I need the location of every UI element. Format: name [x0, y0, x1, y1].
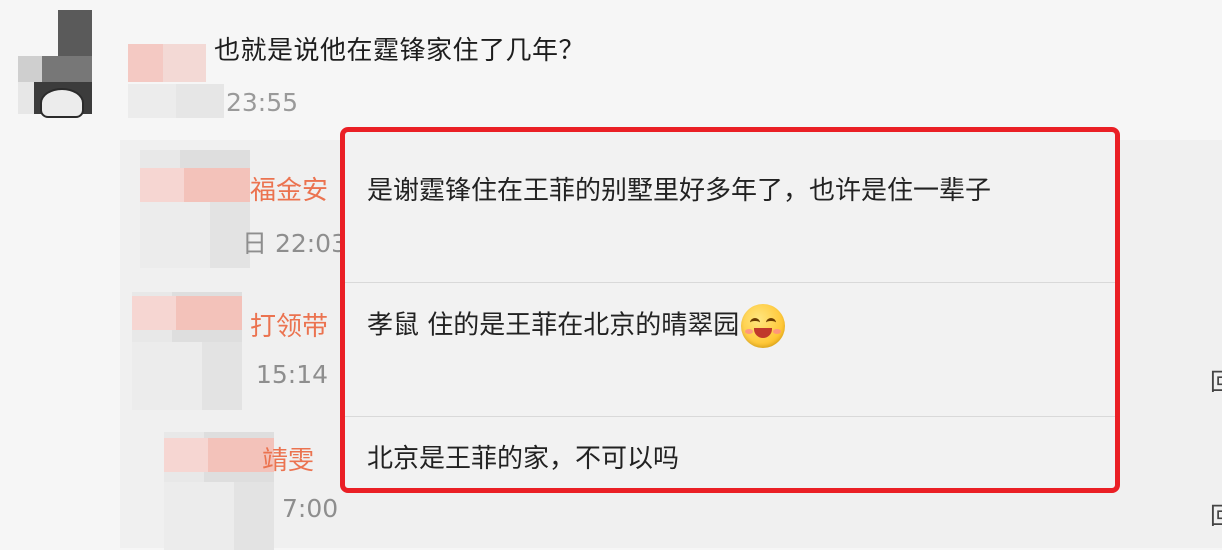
highlighted-comment: 孝鼠 住的是王菲在北京的晴翠园: [345, 304, 1115, 348]
comment-text: 也就是说他在霆锋家住了几年？: [214, 36, 586, 66]
timestamp-blurred: [128, 84, 224, 118]
reply-timestamp: 15:14: [256, 360, 329, 389]
reply-timestamp: 7:00: [282, 494, 339, 523]
reply-timestamp: 日 22:03: [242, 229, 347, 258]
reply-username[interactable]: 打领带: [250, 306, 328, 343]
avatar[interactable]: [18, 10, 92, 118]
smile-emoji-icon: [741, 304, 786, 348]
reply-username-blurred[interactable]: [132, 296, 242, 330]
avatar-face: [40, 88, 84, 118]
reply-username-blurred[interactable]: [140, 168, 250, 202]
timestamp: 23:55: [226, 88, 299, 117]
divider: [345, 416, 1115, 417]
reply-username-blurred[interactable]: [164, 438, 274, 472]
reply-icon[interactable]: 回: [1210, 496, 1222, 526]
highlighted-comment: 北京是王菲的家，不可以吗: [367, 444, 680, 474]
username-blurred[interactable]: [128, 44, 206, 82]
reply-username[interactable]: 靖雯: [262, 440, 314, 477]
divider: [345, 282, 1115, 283]
reply-username[interactable]: 福金安: [250, 170, 328, 207]
reply-icon[interactable]: 回: [1210, 362, 1222, 392]
highlighted-comment-text: 孝鼠 住的是王菲在北京的晴翠园: [367, 310, 740, 341]
highlighted-comment: 是谢霆锋住在王菲的别墅里好多年了，也许是住一辈子: [367, 176, 992, 206]
highlight-box: 是谢霆锋住在王菲的别墅里好多年了，也许是住一辈子 孝鼠 住的是王菲在北京的晴翠园…: [340, 127, 1120, 493]
